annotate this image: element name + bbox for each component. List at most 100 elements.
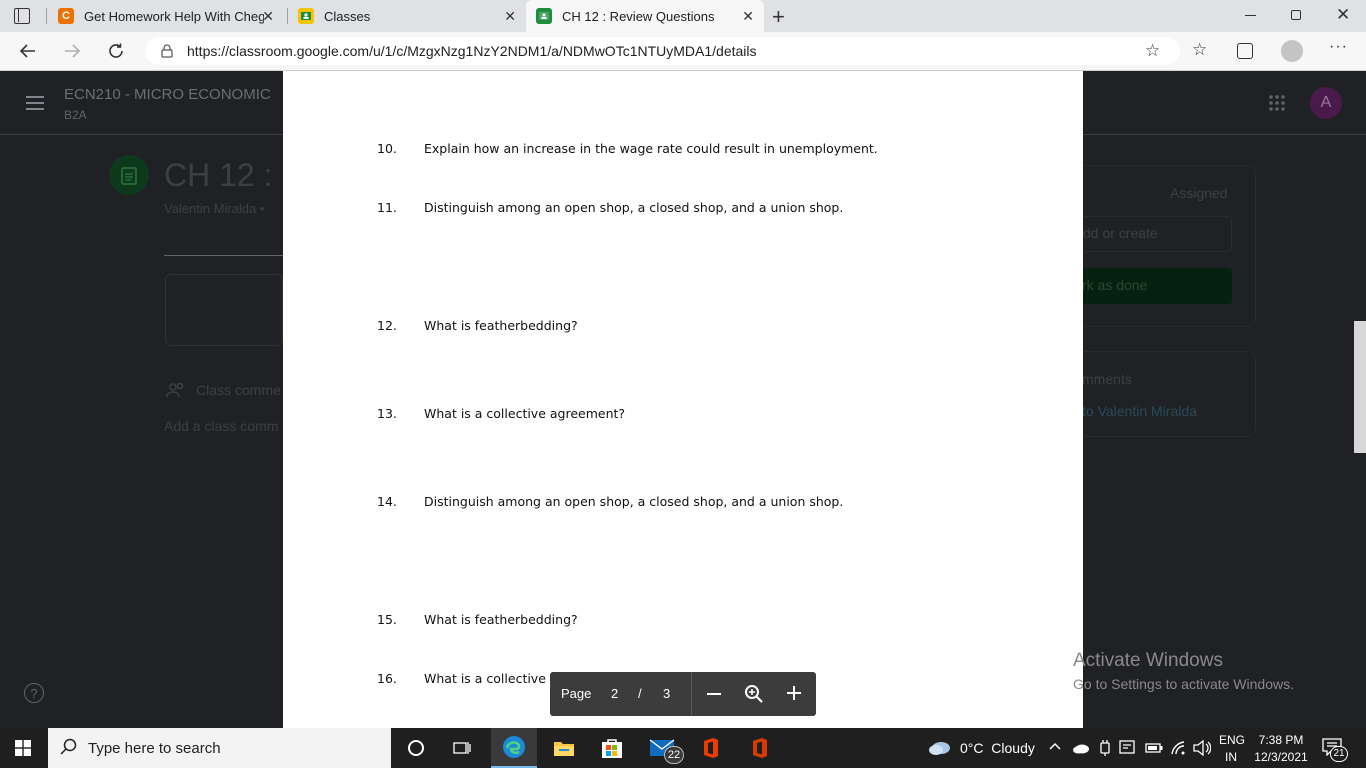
weather-text[interactable]: 0°C Cloudy xyxy=(960,740,1035,756)
windows-start-icon[interactable] xyxy=(0,728,46,768)
close-window-icon[interactable]: ✕ xyxy=(1336,5,1350,25)
new-tab-icon[interactable]: + xyxy=(772,4,785,30)
divider xyxy=(164,255,284,256)
notification-count: 21 xyxy=(1330,746,1348,762)
tab-classes[interactable]: Classes ✕ xyxy=(288,0,526,32)
search-icon xyxy=(60,738,78,756)
pdf-document-page: 10. Explain how an increase in the wage … xyxy=(283,71,1083,728)
edge-browser-icon[interactable] xyxy=(491,728,537,768)
refresh-icon[interactable] xyxy=(103,38,129,64)
apps-grid-icon[interactable] xyxy=(1268,94,1286,112)
activate-windows-watermark: Activate Windows Go to Settings to activ… xyxy=(1073,650,1294,692)
mail-icon[interactable]: 22 xyxy=(639,728,685,768)
avatar-letter: A xyxy=(1320,94,1332,111)
tab-ch12-review[interactable]: CH 12 : Review Questions ✕ xyxy=(526,0,764,32)
question-text: What is featherbedding? xyxy=(424,318,578,333)
mark-as-done-label: rk as done xyxy=(1082,277,1148,293)
attachment-thumbnail[interactable] xyxy=(165,274,283,346)
collections-icon[interactable] xyxy=(1237,43,1253,59)
mail-badge: 22 xyxy=(664,746,684,764)
total-pages: 3 xyxy=(663,686,671,701)
powerpoint-icon[interactable] xyxy=(737,728,783,768)
page-label: Page xyxy=(561,686,592,701)
browser-tab-bar: C Get Homework Help With Chegg ✕ Classes… xyxy=(0,0,1366,32)
clock[interactable]: 7:38 PM 12/3/2021 xyxy=(1253,733,1309,764)
microsoft-store-icon[interactable] xyxy=(589,728,635,768)
battery-icon[interactable] xyxy=(1145,743,1163,753)
main-menu-icon[interactable] xyxy=(26,96,44,110)
class-comments-icon xyxy=(166,382,186,398)
zoom-out-icon[interactable] xyxy=(707,693,721,695)
assignment-icon xyxy=(109,155,149,195)
add-class-comment-link[interactable]: Add a class comm xyxy=(164,418,278,434)
search-placeholder: Type here to search xyxy=(88,739,221,757)
close-icon[interactable]: ✕ xyxy=(742,8,754,25)
course-section: B2A xyxy=(64,108,87,122)
activate-subtitle: Go to Settings to activate Windows. xyxy=(1073,676,1294,692)
scrollbar-thumb[interactable] xyxy=(1354,321,1366,453)
current-page-input[interactable]: 2 xyxy=(611,686,618,701)
favorites-icon[interactable]: ☆ xyxy=(1192,40,1207,60)
assignment-status: Assigned xyxy=(1170,185,1228,201)
classroom-icon xyxy=(298,8,314,24)
back-icon[interactable] xyxy=(15,38,41,64)
volume-icon[interactable] xyxy=(1193,740,1211,756)
minimize-icon[interactable] xyxy=(1245,15,1256,16)
add-or-create-label: dd or create xyxy=(1083,225,1158,241)
activate-title: Activate Windows xyxy=(1073,650,1223,671)
add-or-create-button[interactable]: dd or create xyxy=(1060,216,1232,252)
pdf-page-controls: Page 2 / 3 xyxy=(550,672,816,716)
battery-plug-icon[interactable] xyxy=(1099,740,1111,756)
restore-icon[interactable] xyxy=(1291,10,1301,20)
profile-avatar[interactable] xyxy=(1281,40,1303,62)
classroom-icon xyxy=(536,8,552,24)
task-view-icon[interactable] xyxy=(439,728,485,768)
question-text: What is a collective agreement? xyxy=(424,406,626,421)
question-number: 14. xyxy=(377,494,397,509)
help-icon[interactable]: ? xyxy=(24,683,44,703)
language-indicator[interactable]: ENG IN xyxy=(1219,733,1246,764)
add-favorite-icon[interactable]: ☆ xyxy=(1145,41,1160,61)
onedrive-icon[interactable] xyxy=(1072,742,1090,754)
meet-now-icon[interactable] xyxy=(1119,740,1137,756)
close-icon[interactable]: ✕ xyxy=(262,8,274,25)
tab-title: Get Homework Help With Chegg xyxy=(84,8,264,24)
question-number: 15. xyxy=(377,612,397,627)
address-bar: https://classroom.google.com/u/1/c/MzgxN… xyxy=(0,32,1366,71)
lock-icon[interactable] xyxy=(161,44,173,58)
question-text: Explain how an increase in the wage rate… xyxy=(424,141,878,156)
question-number: 10. xyxy=(377,141,397,156)
region-code: IN xyxy=(1225,750,1237,764)
cortana-icon[interactable] xyxy=(393,728,439,768)
office-icon[interactable] xyxy=(688,728,734,768)
mark-as-done-button[interactable]: rk as done xyxy=(1060,268,1232,304)
zoom-fit-icon[interactable] xyxy=(744,684,764,704)
class-comments-label: Class comme xyxy=(196,382,281,398)
language-code: ENG xyxy=(1219,733,1246,747)
zoom-in-icon[interactable] xyxy=(786,685,802,701)
weather-cloud-icon[interactable] xyxy=(928,738,952,756)
tab-chegg[interactable]: C Get Homework Help With Chegg ✕ xyxy=(48,0,284,32)
wifi-icon[interactable] xyxy=(1170,740,1186,756)
more-menu-icon[interactable]: ··· xyxy=(1329,38,1348,56)
clock-date: 12/3/2021 xyxy=(1254,750,1308,764)
notification-center-icon[interactable]: 21 xyxy=(1322,738,1348,762)
tab-title: CH 12 : Review Questions xyxy=(562,8,715,24)
user-avatar[interactable]: A xyxy=(1310,87,1342,119)
add-private-comment-link[interactable]: to Valentin Miralda xyxy=(1082,403,1197,419)
page-separator: / xyxy=(638,686,642,701)
chegg-icon: C xyxy=(58,8,74,24)
url-field[interactable]: https://classroom.google.com/u/1/c/MzgxN… xyxy=(145,37,1180,65)
taskbar-search-box[interactable]: Type here to search xyxy=(48,728,391,768)
assignment-author: Valentin Miralda • xyxy=(164,201,265,216)
tab-actions-icon[interactable] xyxy=(14,8,30,24)
clock-time: 7:38 PM xyxy=(1258,733,1304,747)
tab-title: Classes xyxy=(324,8,371,24)
chevron-up-icon[interactable] xyxy=(1049,741,1061,751)
url-text: https://classroom.google.com/u/1/c/MzgxN… xyxy=(187,43,757,59)
question-text: What is featherbedding? xyxy=(424,612,578,627)
close-icon[interactable]: ✕ xyxy=(504,8,516,25)
forward-icon[interactable] xyxy=(59,38,85,64)
course-title[interactable]: ECN210 - MICRO ECONOMIC xyxy=(64,86,271,103)
file-explorer-icon[interactable] xyxy=(541,728,587,768)
